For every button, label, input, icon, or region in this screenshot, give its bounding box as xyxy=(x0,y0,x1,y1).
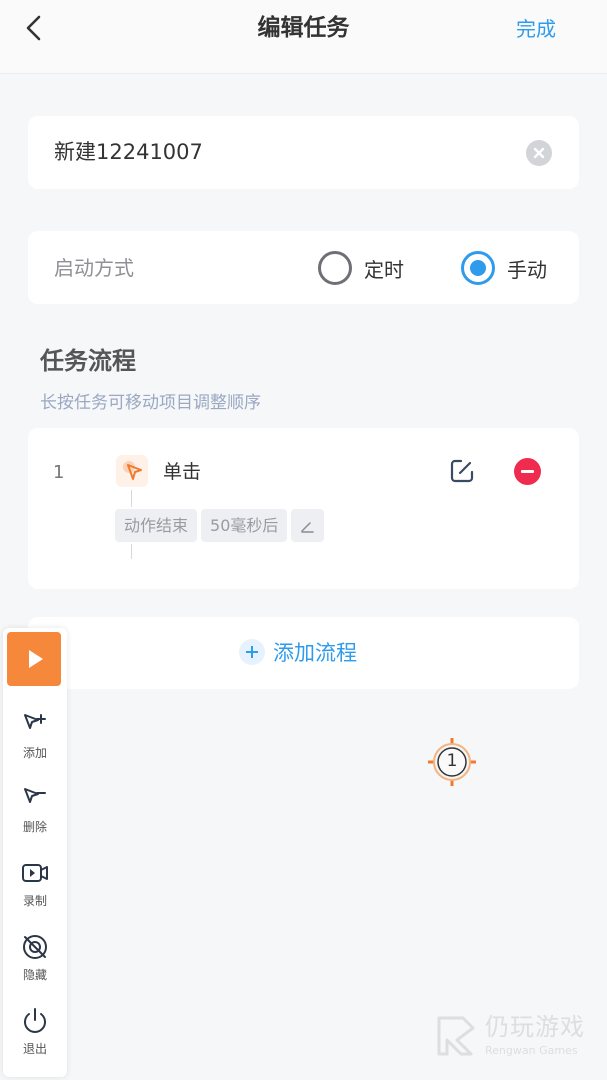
add-flow-label: 添加流程 xyxy=(273,641,357,665)
watermark: 仍玩游戏 Rengwan Games xyxy=(433,1012,593,1062)
step-tags: 动作结束 50毫秒后 xyxy=(115,509,325,542)
tap-cursor-icon xyxy=(116,455,148,487)
flow-section-title: 任务流程 xyxy=(40,347,136,375)
floating-toolbar: 添加 删除 录制 隐藏 退出 xyxy=(3,628,67,1077)
edit-icon[interactable] xyxy=(448,457,476,485)
radio-timer[interactable]: 定时 xyxy=(318,250,404,286)
radio-timer-label: 定时 xyxy=(364,257,404,282)
add-flow-button[interactable]: 添加流程 xyxy=(28,617,579,689)
tool-record-label: 录制 xyxy=(22,894,47,908)
click-target-marker[interactable]: 1 xyxy=(427,737,477,787)
clear-icon[interactable] xyxy=(526,140,552,166)
tool-hide[interactable]: 隐藏 xyxy=(3,928,67,990)
radio-manual[interactable]: 手动 xyxy=(461,250,547,286)
tag-action-end[interactable]: 动作结束 xyxy=(115,509,198,542)
step-index: 1 xyxy=(53,462,65,483)
video-record-icon xyxy=(22,864,48,882)
play-icon[interactable] xyxy=(7,632,61,686)
connector-line xyxy=(131,544,132,559)
start-mode-card: 启动方式 定时 手动 xyxy=(28,231,579,304)
step-action-name: 单击 xyxy=(163,461,202,483)
cursor-plus-icon xyxy=(24,714,46,729)
done-button[interactable]: 完成 xyxy=(516,14,556,44)
tool-delete-label: 删除 xyxy=(22,820,47,834)
tool-exit[interactable]: 退出 xyxy=(3,1002,67,1064)
power-icon xyxy=(24,1008,46,1033)
flow-step-card[interactable]: 1 单击 动作结束 50毫秒后 xyxy=(28,428,579,589)
add-flow-row: 添加流程 xyxy=(239,637,357,667)
start-mode-label: 启动方式 xyxy=(54,256,134,280)
task-name-card: 新建12241007 xyxy=(28,116,579,189)
watermark-en: Rengwan Games xyxy=(485,1044,578,1057)
watermark-logo-icon xyxy=(437,1016,475,1056)
tool-delete[interactable]: 删除 xyxy=(3,780,67,842)
marker-number: 1 xyxy=(446,751,458,771)
flow-section-hint: 长按任务可移动项目调整顺序 xyxy=(40,393,261,413)
cursor-minus-icon xyxy=(24,788,46,803)
plus-icon xyxy=(239,639,265,665)
eye-off-icon xyxy=(23,935,47,959)
task-name-input[interactable]: 新建12241007 xyxy=(54,136,203,168)
radio-manual-label: 手动 xyxy=(507,257,547,282)
tool-add-label: 添加 xyxy=(22,746,47,760)
radio-checked-icon xyxy=(461,251,495,285)
watermark-cn: 仍玩游戏 xyxy=(485,1013,585,1041)
radio-circle-icon xyxy=(318,251,352,285)
tool-record[interactable]: 录制 xyxy=(3,854,67,916)
remove-step-icon[interactable] xyxy=(514,458,541,485)
nav-bar: 编辑任务 完成 xyxy=(0,0,607,74)
pen-icon[interactable] xyxy=(291,509,325,542)
connector-line xyxy=(131,490,132,507)
tool-hide-label: 隐藏 xyxy=(22,968,47,982)
tool-exit-label: 退出 xyxy=(22,1042,47,1056)
tag-delay[interactable]: 50毫秒后 xyxy=(201,509,288,542)
tool-add[interactable]: 添加 xyxy=(3,706,67,768)
